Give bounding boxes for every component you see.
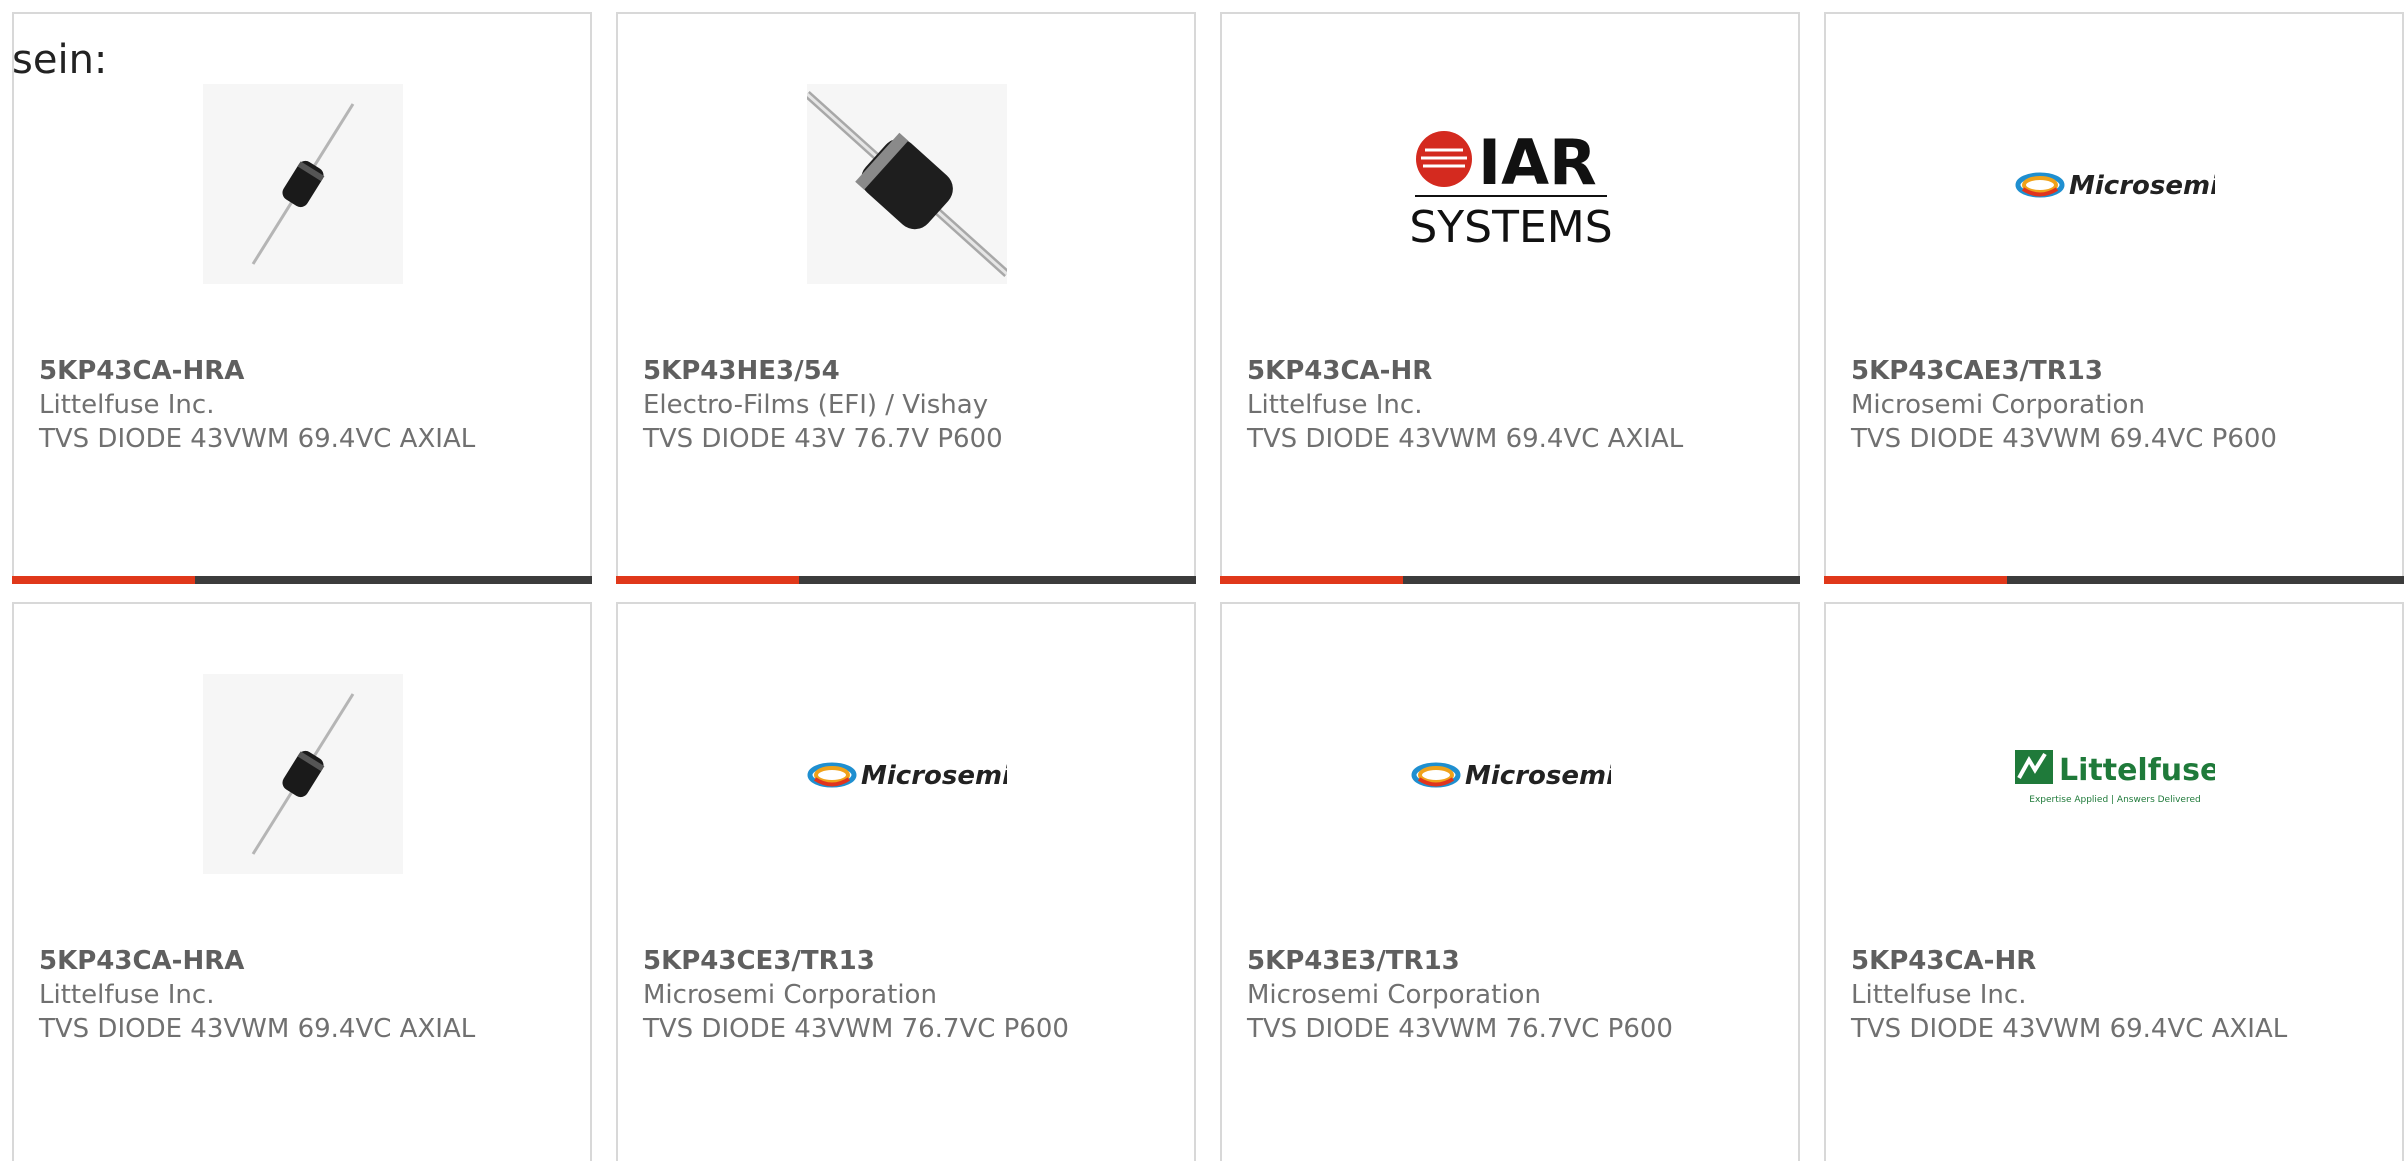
- product-card[interactable]: Littelfuse Expertise Applied | Answers D…: [1824, 602, 2404, 1161]
- part-number[interactable]: 5KP43CA-HRA: [39, 354, 570, 388]
- manufacturer: Littelfuse Inc.: [39, 390, 215, 420]
- product-info: 5KP43CE3/TR13 Microsemi Corporation TVS …: [643, 944, 1174, 1046]
- part-number[interactable]: 5KP43CAE3/TR13: [1851, 354, 2382, 388]
- axial-diode-image: [203, 674, 403, 874]
- product-info: 5KP43CA-HRA Littelfuse Inc. TVS DIODE 43…: [39, 944, 570, 1046]
- part-number[interactable]: 5KP43CA-HR: [1247, 354, 1778, 388]
- part-number[interactable]: 5KP43CA-HR: [1851, 944, 2382, 978]
- product-grid: 5KP43CA-HRA Littelfuse Inc. TVS DIODE 43…: [12, 12, 2404, 1161]
- card-footer-bar: [1220, 576, 1800, 584]
- product-card[interactable]: 5KP43HE3/54 Electro-Films (EFI) / Vishay…: [616, 12, 1196, 584]
- logo-text: Microsemi: [2069, 171, 2215, 201]
- logo-text: Microsemi: [1465, 761, 1611, 791]
- description: TVS DIODE 43VWM 69.4VC P600: [1851, 424, 2277, 454]
- card-footer-bar: [12, 576, 592, 584]
- product-card[interactable]: Microsemi 5KP43CAE3/TR13 Microsemi Corpo…: [1824, 12, 2404, 584]
- microsemi-logo: Microsemi: [807, 674, 1007, 874]
- product-card[interactable]: IAR SYSTEMS 5KP43CA-HR Littelfuse Inc. T…: [1220, 12, 1800, 584]
- littelfuse-logo: Littelfuse Expertise Applied | Answers D…: [2015, 674, 2215, 874]
- logo-text: Littelfuse: [2059, 753, 2215, 788]
- card-footer-bar: [616, 576, 1196, 584]
- product-card[interactable]: 5KP43CA-HRA Littelfuse Inc. TVS DIODE 43…: [12, 12, 592, 584]
- page: sein: 5KP43CA-HRA Littelfuse Inc. TVS DI…: [0, 0, 2405, 1161]
- product-info: 5KP43E3/TR13 Microsemi Corporation TVS D…: [1247, 944, 1778, 1046]
- microsemi-logo: Microsemi: [2015, 84, 2215, 284]
- accent-segment: [616, 576, 799, 584]
- card-footer-bar: [1824, 576, 2404, 584]
- lead-text: sein:: [12, 37, 108, 83]
- product-info: 5KP43CA-HR Littelfuse Inc. TVS DIODE 43V…: [1247, 354, 1778, 456]
- product-card[interactable]: Microsemi 5KP43CE3/TR13 Microsemi Corpor…: [616, 602, 1196, 1161]
- part-number[interactable]: 5KP43CA-HRA: [39, 944, 570, 978]
- description: TVS DIODE 43VWM 69.4VC AXIAL: [1851, 1014, 2288, 1044]
- part-number[interactable]: 5KP43HE3/54: [643, 354, 1174, 388]
- description: TVS DIODE 43VWM 76.7VC P600: [1247, 1014, 1673, 1044]
- description: TVS DIODE 43VWM 76.7VC P600: [643, 1014, 1069, 1044]
- manufacturer: Microsemi Corporation: [643, 980, 937, 1010]
- logo-text: SYSTEMS: [1411, 202, 1611, 253]
- description: TVS DIODE 43V 76.7V P600: [643, 424, 1003, 454]
- manufacturer: Electro-Films (EFI) / Vishay: [643, 390, 989, 420]
- manufacturer: Littelfuse Inc.: [1247, 390, 1423, 420]
- part-number[interactable]: 5KP43CE3/TR13: [643, 944, 1174, 978]
- manufacturer: Microsemi Corporation: [1851, 390, 2145, 420]
- description: TVS DIODE 43VWM 69.4VC AXIAL: [1247, 424, 1684, 454]
- product-card[interactable]: Microsemi 5KP43E3/TR13 Microsemi Corpora…: [1220, 602, 1800, 1161]
- accent-segment: [1824, 576, 2007, 584]
- logo-text: IAR: [1478, 126, 1597, 199]
- description: TVS DIODE 43VWM 69.4VC AXIAL: [39, 1014, 476, 1044]
- microsemi-logo: Microsemi: [1411, 674, 1611, 874]
- accent-segment: [12, 576, 195, 584]
- manufacturer: Littelfuse Inc.: [39, 980, 215, 1010]
- manufacturer: Microsemi Corporation: [1247, 980, 1541, 1010]
- part-number[interactable]: 5KP43E3/TR13: [1247, 944, 1778, 978]
- accent-segment: [1220, 576, 1403, 584]
- product-info: 5KP43HE3/54 Electro-Films (EFI) / Vishay…: [643, 354, 1174, 456]
- logo-text: Microsemi: [861, 761, 1007, 791]
- product-info: 5KP43CA-HRA Littelfuse Inc. TVS DIODE 43…: [39, 354, 570, 456]
- product-info: 5KP43CA-HR Littelfuse Inc. TVS DIODE 43V…: [1851, 944, 2382, 1046]
- logo-tagline: Expertise Applied | Answers Delivered: [2029, 795, 2200, 805]
- product-info: 5KP43CAE3/TR13 Microsemi Corporation TVS…: [1851, 354, 2382, 456]
- description: TVS DIODE 43VWM 69.4VC AXIAL: [39, 424, 476, 454]
- iar-systems-logo: IAR SYSTEMS: [1411, 84, 1611, 284]
- axial-diode-image: [807, 84, 1007, 284]
- axial-diode-image: [203, 84, 403, 284]
- product-card[interactable]: 5KP43CA-HRA Littelfuse Inc. TVS DIODE 43…: [12, 602, 592, 1161]
- manufacturer: Littelfuse Inc.: [1851, 980, 2027, 1010]
